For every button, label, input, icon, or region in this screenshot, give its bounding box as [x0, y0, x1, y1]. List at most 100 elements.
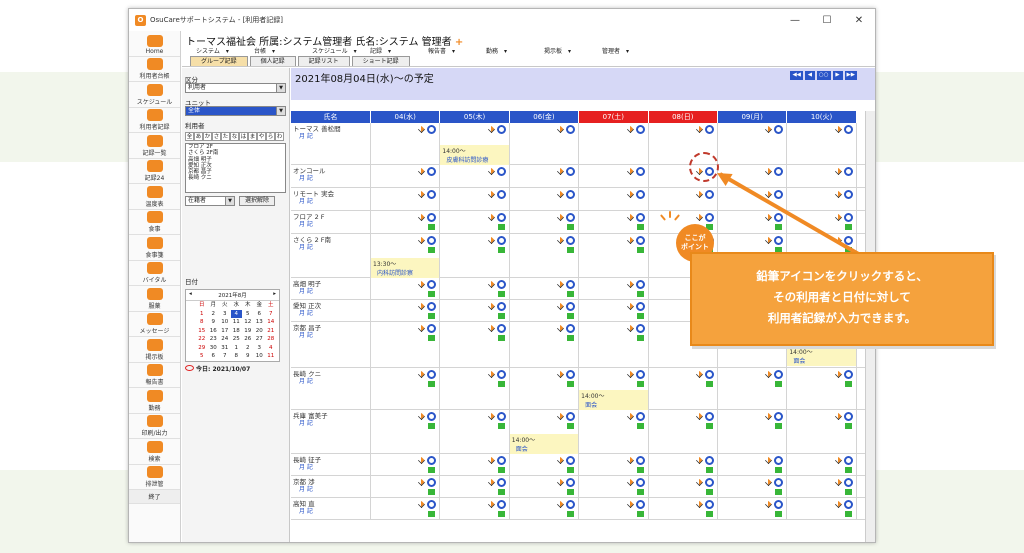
calendar-day[interactable]: 4	[265, 344, 277, 353]
calendar-day[interactable]: 3	[254, 344, 266, 353]
nav-item-7[interactable]: 食事	[129, 210, 180, 235]
calendar-day[interactable]: 25	[231, 335, 243, 344]
clock-icon[interactable]	[704, 412, 714, 421]
pencil-icon[interactable]	[487, 501, 495, 508]
clock-icon[interactable]	[635, 280, 645, 289]
calendar-day[interactable]: 9	[242, 352, 254, 361]
user-name[interactable]: 京都 渉	[293, 478, 368, 486]
pencil-icon[interactable]	[487, 126, 495, 133]
clock-icon[interactable]	[566, 456, 576, 465]
pager-button-3[interactable]: ▶	[832, 71, 843, 80]
pencil-icon[interactable]	[557, 191, 565, 198]
calendar-day[interactable]: 11	[265, 352, 277, 361]
nav-item-1[interactable]: 利用者台帳	[129, 57, 180, 82]
pencil-icon[interactable]	[695, 371, 703, 378]
pencil-icon[interactable]	[765, 126, 773, 133]
nav-item-17[interactable]: 排泄管	[129, 465, 180, 490]
clock-icon[interactable]	[566, 125, 576, 134]
clock-icon[interactable]	[635, 236, 645, 245]
clock-icon[interactable]	[427, 324, 437, 333]
schedule-event[interactable]: 14:00〜 面会	[509, 434, 579, 454]
clock-icon[interactable]	[843, 370, 853, 379]
user-record-link[interactable]: 月 記	[293, 221, 368, 229]
exit-button[interactable]: 終了	[129, 490, 180, 504]
clock-icon[interactable]	[427, 500, 437, 509]
calendar-day[interactable]: 2	[242, 344, 254, 353]
minimize-button[interactable]: —	[779, 15, 811, 26]
clock-icon[interactable]	[843, 167, 853, 176]
pencil-icon[interactable]	[418, 413, 426, 420]
tab-2[interactable]: 記録リスト	[297, 56, 350, 66]
clock-icon[interactable]	[566, 478, 576, 487]
clock-icon[interactable]	[843, 190, 853, 199]
user-record-link[interactable]: 月 記	[293, 464, 368, 472]
pencil-icon[interactable]	[626, 126, 634, 133]
user-name[interactable]: オンコール	[293, 167, 368, 175]
nav-item-11[interactable]: メッセージ	[129, 312, 180, 337]
pencil-icon[interactable]	[626, 479, 634, 486]
calendar-day[interactable]: 5	[196, 352, 208, 361]
calendar-day[interactable]: 17	[219, 327, 231, 336]
calendar-day[interactable]: 7	[219, 352, 231, 361]
clock-icon[interactable]	[774, 478, 784, 487]
calendar-day[interactable]: 30	[208, 344, 220, 353]
clock-icon[interactable]	[843, 125, 853, 134]
clock-icon[interactable]	[496, 456, 506, 465]
pencil-icon[interactable]	[418, 281, 426, 288]
tab-3[interactable]: ショート記録	[351, 56, 410, 66]
clock-icon[interactable]	[635, 500, 645, 509]
maximize-button[interactable]: ☐	[811, 15, 843, 26]
nav-item-6[interactable]: 温度表	[129, 184, 180, 210]
pencil-icon[interactable]	[765, 191, 773, 198]
kana-filter-button[interactable]: 全	[185, 132, 194, 141]
user-record-link[interactable]: 月 記	[293, 244, 368, 252]
clock-icon[interactable]	[704, 370, 714, 379]
clock-icon[interactable]	[427, 213, 437, 222]
clock-icon[interactable]	[566, 412, 576, 421]
calendar-day[interactable]: 28	[265, 335, 277, 344]
clock-icon[interactable]	[427, 412, 437, 421]
clock-icon[interactable]	[496, 412, 506, 421]
schedule-event[interactable]: 13:30〜 内科訪問診察	[371, 258, 440, 278]
pencil-icon[interactable]	[418, 126, 426, 133]
calendar-day[interactable]: 6	[254, 310, 266, 319]
clock-icon[interactable]	[496, 370, 506, 379]
clock-icon[interactable]	[496, 478, 506, 487]
pencil-icon[interactable]	[487, 413, 495, 420]
clock-icon[interactable]	[774, 456, 784, 465]
pencil-icon[interactable]	[626, 191, 634, 198]
clock-icon[interactable]	[635, 370, 645, 379]
pencil-icon[interactable]	[487, 281, 495, 288]
clock-icon[interactable]	[635, 478, 645, 487]
pencil-icon[interactable]	[557, 325, 565, 332]
pencil-icon[interactable]	[834, 457, 842, 464]
user-name[interactable]: 高知 直	[293, 500, 368, 508]
tab-0[interactable]: グループ記録	[190, 56, 248, 66]
clock-icon[interactable]	[427, 456, 437, 465]
user-record-link[interactable]: 月 記	[293, 175, 368, 183]
pencil-icon[interactable]	[626, 237, 634, 244]
pencil-icon[interactable]	[765, 237, 773, 244]
calendar-day[interactable]: 4	[230, 309, 242, 318]
user-name[interactable]: 京都 昌子	[293, 324, 368, 332]
pencil-icon[interactable]	[487, 479, 495, 486]
calendar-day[interactable]: 14	[265, 318, 277, 327]
pencil-icon[interactable]	[695, 501, 703, 508]
user-name[interactable]: 兵庫 富美子	[293, 412, 368, 420]
kana-filter-button[interactable]: た	[221, 132, 230, 141]
clock-icon[interactable]	[774, 236, 784, 245]
calendar-day[interactable]: 9	[208, 318, 220, 327]
pager-button-4[interactable]: ▶▶	[844, 71, 857, 80]
nav-item-3[interactable]: 利用者記録	[129, 108, 180, 133]
clock-icon[interactable]	[566, 190, 576, 199]
pencil-icon[interactable]	[834, 214, 842, 221]
user-name[interactable]: 長崎 征子	[293, 456, 368, 464]
clock-icon[interactable]	[427, 370, 437, 379]
pencil-icon[interactable]	[487, 168, 495, 175]
pager-button-0[interactable]: ◀◀	[790, 71, 803, 80]
pencil-icon[interactable]	[765, 457, 773, 464]
calendar-day[interactable]: 19	[242, 327, 254, 336]
nav-item-12[interactable]: 掲示板	[129, 337, 180, 363]
user-name[interactable]: フロア 2 F	[293, 213, 368, 221]
pencil-icon[interactable]	[626, 168, 634, 175]
